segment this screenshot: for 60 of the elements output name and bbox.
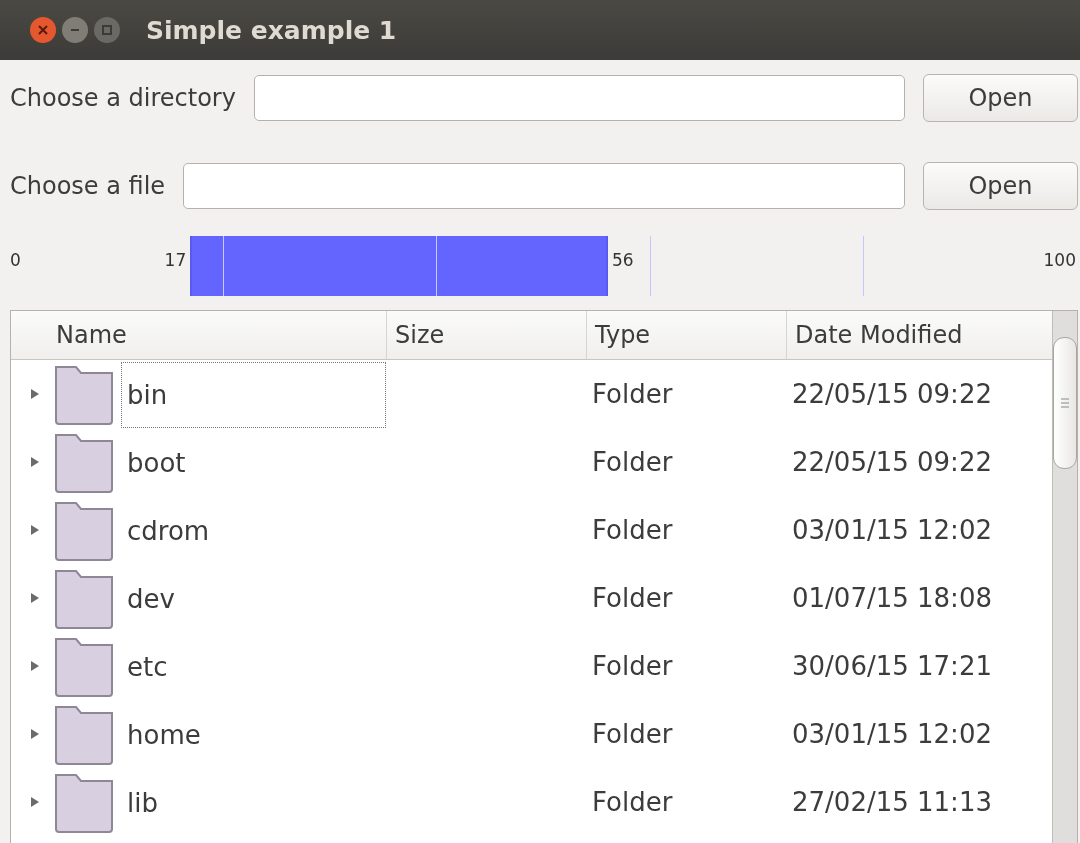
folder-name[interactable]: bin <box>121 362 386 428</box>
type-cell-text: Folder <box>591 719 674 749</box>
low-value: 17 <box>164 250 187 270</box>
high-value: 56 <box>611 250 634 270</box>
type-cell-text: Folder <box>591 787 674 817</box>
expand-arrow-icon[interactable] <box>29 388 41 400</box>
column-header[interactable]: Size <box>386 311 586 359</box>
field-label: Choose a file <box>10 172 166 200</box>
range-slider[interactable]: 0 17 56 100 <box>10 236 1076 296</box>
folder-name[interactable]: home <box>121 702 386 768</box>
folder-icon <box>53 635 115 697</box>
folder-icon <box>53 431 115 493</box>
column-header[interactable]: Name <box>11 311 386 359</box>
expand-arrow-icon[interactable] <box>29 796 41 808</box>
folder-name[interactable]: lib <box>121 770 386 836</box>
date-cell-text: 01/07/15 18:08 <box>791 583 993 613</box>
grip-icon <box>1061 398 1069 408</box>
close-button[interactable] <box>30 17 56 43</box>
max-value: 100 <box>1043 250 1076 270</box>
range-handle[interactable] <box>605 236 608 296</box>
window-title: Simple example 1 <box>146 15 397 45</box>
open-button[interactable]: Open <box>923 74 1078 122</box>
scrollbar[interactable] <box>1052 311 1077 843</box>
date-cell-text: 03/01/15 12:02 <box>791 719 993 749</box>
expand-arrow-icon[interactable] <box>29 592 41 604</box>
scroll-thumb[interactable] <box>1053 337 1077 469</box>
close-icon <box>37 24 49 36</box>
folder-icon <box>53 499 115 561</box>
expand-arrow-icon[interactable] <box>29 728 41 740</box>
field-label: Choose a directory <box>10 84 236 112</box>
type-cell-text: Folder <box>591 379 674 409</box>
date-cell-text: 30/06/15 17:21 <box>791 651 993 681</box>
folder-name[interactable]: boot <box>121 430 386 496</box>
open-button[interactable]: Open <box>923 162 1078 210</box>
range-handle[interactable] <box>190 236 193 296</box>
expand-arrow-icon[interactable] <box>29 524 41 536</box>
type-cell-text: Folder <box>591 651 674 681</box>
folder-icon <box>53 771 115 833</box>
date-cell-text: 22/05/15 09:22 <box>791 447 993 477</box>
type-cell-text: Folder <box>591 583 674 613</box>
expand-arrow-icon[interactable] <box>29 456 41 468</box>
expand-arrow-icon[interactable] <box>29 660 41 672</box>
folder-name[interactable]: cdrom <box>121 498 386 564</box>
column-header[interactable]: Type <box>586 311 786 359</box>
min-value: 0 <box>10 250 21 270</box>
maximize-button[interactable] <box>94 17 120 43</box>
path-field[interactable] <box>183 163 905 209</box>
folder-icon <box>53 363 115 425</box>
date-cell-text: 03/01/15 12:02 <box>791 515 993 545</box>
type-cell-text: Folder <box>591 515 674 545</box>
folder-name[interactable]: etc <box>121 634 386 700</box>
folder-name[interactable]: dev <box>121 566 386 632</box>
type-cell-text: Folder <box>591 447 674 477</box>
folder-icon <box>53 703 115 765</box>
folder-icon <box>53 567 115 629</box>
path-field[interactable] <box>253 75 905 121</box>
date-cell-text: 22/05/15 09:22 <box>791 379 993 409</box>
maximize-icon <box>101 24 113 36</box>
minimize-button[interactable] <box>62 17 88 43</box>
date-cell-text: 27/02/15 11:13 <box>791 787 993 817</box>
